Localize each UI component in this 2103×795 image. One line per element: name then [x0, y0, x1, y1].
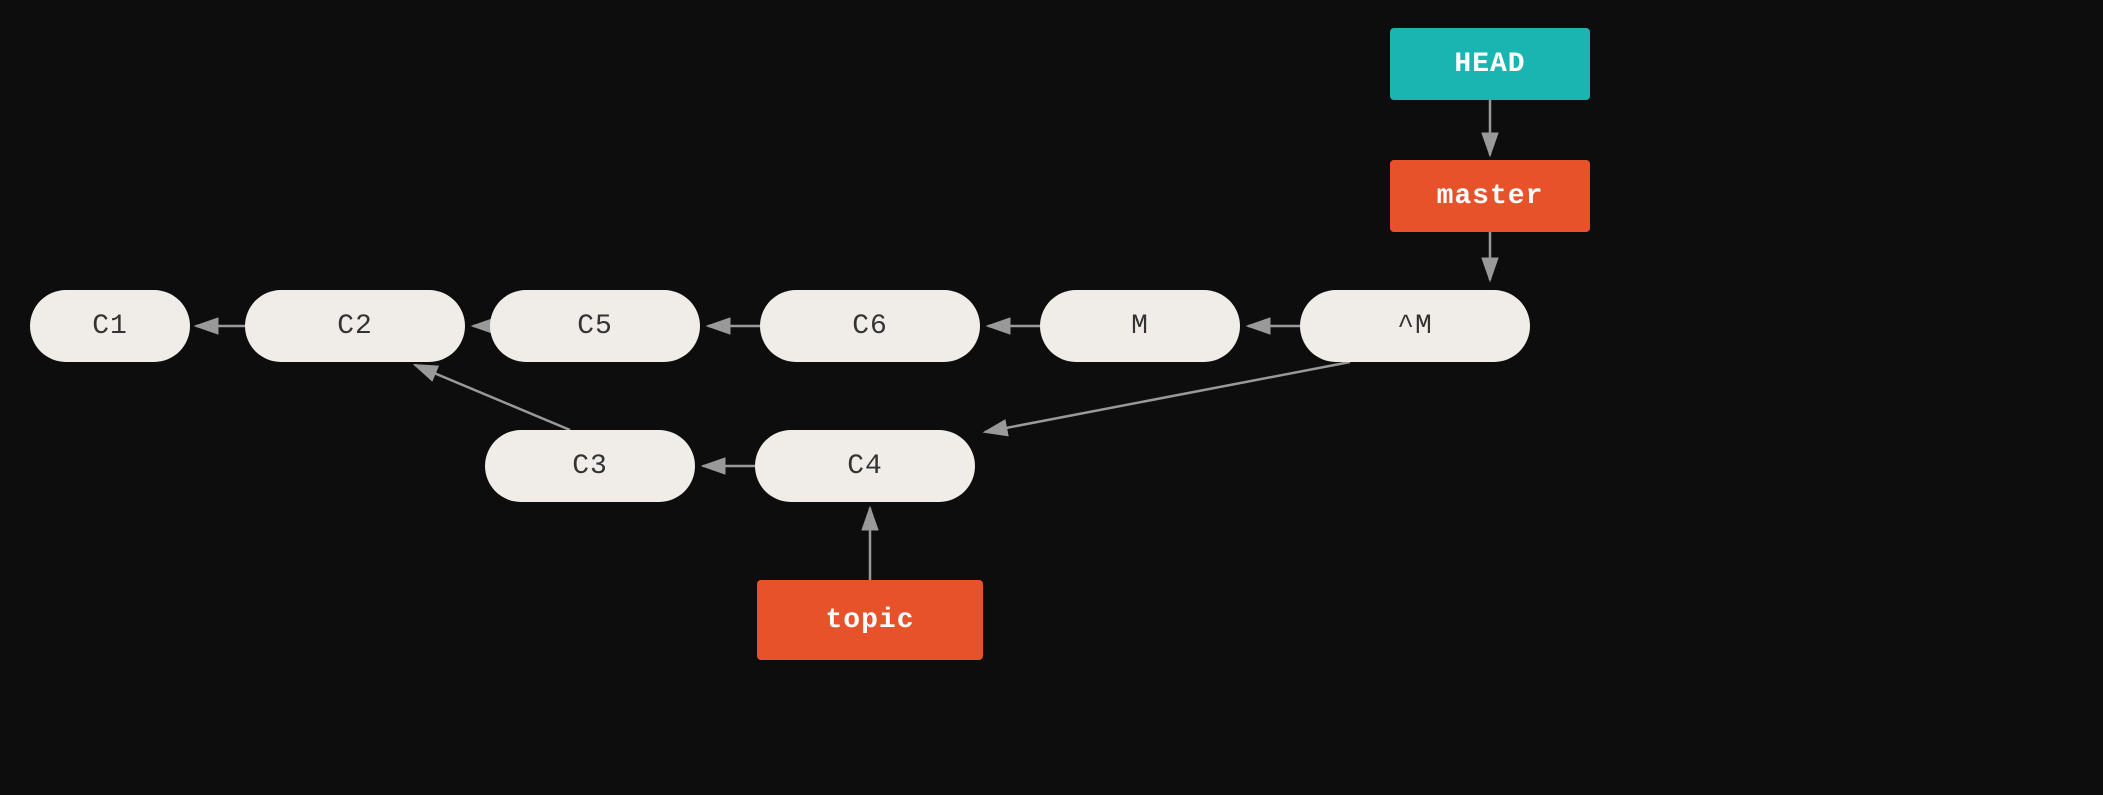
commit-c2: C2 — [245, 290, 465, 362]
commit-c1: C1 — [30, 290, 190, 362]
label-master: master — [1390, 160, 1590, 232]
commit-caret-m: ^M — [1300, 290, 1530, 362]
commit-c3: C3 — [485, 430, 695, 502]
arrows-svg — [0, 0, 2103, 795]
commit-c4: C4 — [755, 430, 975, 502]
label-topic: topic — [757, 580, 983, 660]
label-head: HEAD — [1390, 28, 1590, 100]
git-diagram: C1 C2 C5 C6 M ^M C3 C4 HEAD master topic — [0, 0, 2103, 795]
commit-c5: C5 — [490, 290, 700, 362]
commit-c6: C6 — [760, 290, 980, 362]
commit-m: M — [1040, 290, 1240, 362]
